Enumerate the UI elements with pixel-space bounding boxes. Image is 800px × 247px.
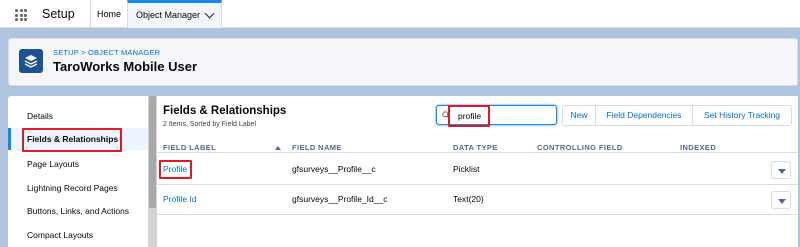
highlight-search xyxy=(448,105,490,127)
row-action-chevron-icon xyxy=(778,199,786,204)
sidebar-item-compact-layouts[interactable]: Compact Layouts xyxy=(8,224,148,246)
field-label-link[interactable]: Profile Id xyxy=(163,185,197,215)
table-row: Profile gfsurveys__Profile__c Picklist xyxy=(157,155,798,185)
column-header-field-label[interactable]: FIELD LABEL xyxy=(163,143,216,152)
column-header-data-type[interactable]: DATA TYPE xyxy=(453,143,498,152)
sidebar-item-buttons-links-actions[interactable]: Buttons, Links, and Actions xyxy=(8,200,148,222)
data-type: Picklist xyxy=(453,164,480,174)
chevron-down-icon[interactable] xyxy=(204,8,215,19)
tab-home[interactable]: Home xyxy=(90,0,127,28)
breadcrumb[interactable]: SETUP > OBJECT MANAGER xyxy=(53,48,160,57)
tab-object-manager-label: Object Manager xyxy=(136,10,201,20)
header-divider xyxy=(157,152,798,153)
sidebar-item-lightning-record-pages[interactable]: Lightning Record Pages xyxy=(8,177,148,199)
field-dependencies-button[interactable]: Field Dependencies xyxy=(596,105,693,126)
sidebar-item-details[interactable]: Details xyxy=(8,105,148,127)
highlight-profile xyxy=(159,160,192,179)
row-action-button[interactable] xyxy=(771,161,791,179)
sidebar-item-page-layouts[interactable]: Page Layouts xyxy=(8,153,148,175)
app-name: Setup xyxy=(42,7,75,21)
new-field-button[interactable]: New xyxy=(562,105,596,126)
highlight-fields-relationships xyxy=(22,128,122,152)
scrollbar-thumb[interactable] xyxy=(149,96,156,208)
layers-icon xyxy=(19,49,43,73)
page-title: TaroWorks Mobile User xyxy=(53,59,197,74)
field-name: gfsurveys__Profile_Id__c xyxy=(292,194,388,204)
object-header: SETUP > OBJECT MANAGER TaroWorks Mobile … xyxy=(8,38,798,86)
column-header-field-name[interactable]: FIELD NAME xyxy=(292,143,342,152)
row-action-button[interactable] xyxy=(771,191,791,209)
data-type: Text(20) xyxy=(453,194,484,204)
section-subtitle: 2 Items, Sorted by Field Label xyxy=(163,121,256,128)
section-title: Fields & Relationships xyxy=(163,105,287,117)
sidebar-scrollbar[interactable] xyxy=(148,96,157,247)
column-header-controlling-field[interactable]: CONTROLLING FIELD xyxy=(537,143,623,152)
sort-ascending-icon[interactable] xyxy=(275,146,281,150)
global-header: Setup Home Object Manager xyxy=(0,0,800,28)
column-header-indexed[interactable]: INDEXED xyxy=(680,143,716,152)
set-history-tracking-button[interactable]: Set History Tracking xyxy=(693,105,792,126)
app-launcher-icon[interactable] xyxy=(15,9,27,21)
table-row: Profile Id gfsurveys__Profile_Id__c Text… xyxy=(157,185,798,215)
tab-object-manager[interactable]: Object Manager xyxy=(127,0,222,28)
field-name: gfsurveys__Profile__c xyxy=(292,164,376,174)
row-action-chevron-icon xyxy=(778,169,786,174)
object-sidebar: Details Fields & Relationships Page Layo… xyxy=(8,96,148,247)
